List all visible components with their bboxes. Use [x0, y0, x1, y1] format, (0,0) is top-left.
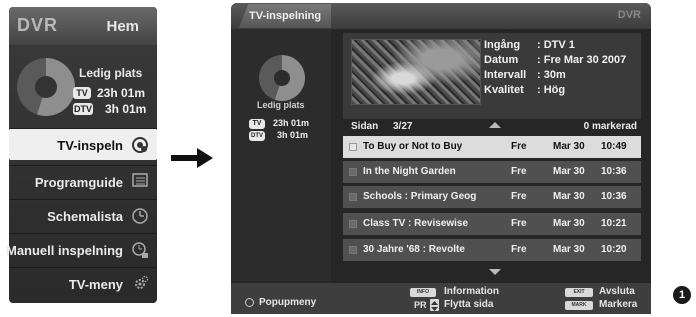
menu-item-tv-menu[interactable]: TV-meny: [9, 267, 157, 299]
recording-row[interactable]: Class TV : Revisewise Fre Mar 30 10:21: [343, 213, 641, 235]
menu-item-label: Manuell inspelning: [5, 243, 123, 258]
dtv-time: 3h 01m: [277, 130, 309, 140]
disk-usage-hole: [274, 70, 290, 86]
pr-updown-icon: [430, 299, 439, 311]
recording-day: Fre: [511, 244, 527, 255]
recording-row[interactable]: To Buy or Not to Buy Fre Mar 30 10:49: [343, 136, 641, 158]
record-icon: [131, 136, 149, 154]
popup-menu-label[interactable]: Popupmeny: [259, 297, 316, 308]
info-source-value: : DTV 1: [537, 39, 575, 51]
menu-item-label: Programguide: [34, 175, 123, 190]
dtv-time: 3h 01m: [105, 102, 147, 116]
info-key: INFO: [410, 288, 436, 297]
pr-key: PR: [414, 300, 427, 310]
pr-key-label[interactable]: Flytta sida: [444, 299, 493, 310]
recording-date: Mar 30: [553, 141, 585, 152]
tv-time: 23h 01m: [97, 86, 146, 100]
recording-row[interactable]: In the Night Garden Fre Mar 30 10:36: [343, 161, 641, 183]
recording-day: Fre: [511, 141, 527, 152]
main-menu: DVR Hem Ledig plats TV 23h 01m DTV 3h 01…: [5, 7, 157, 303]
row-checkbox[interactable]: [349, 193, 357, 201]
row-checkbox[interactable]: [349, 168, 357, 176]
recording-date: Mar 30: [553, 166, 585, 177]
popup-menu-icon: [245, 298, 254, 307]
info-date-key: Datum: [484, 54, 519, 66]
info-interval-value: : 30m: [537, 69, 566, 81]
recording-time: 10:20: [601, 244, 627, 255]
marked-count: 0 markerad: [583, 121, 637, 132]
arrow-right-icon: [171, 148, 213, 168]
recording-time: 10:21: [601, 218, 627, 229]
recording-thumbnail: [351, 39, 481, 105]
page-number: 3/27: [393, 121, 413, 132]
recording-title: Class TV : Revisewise: [363, 218, 469, 229]
key-help-bar: Popupmeny INFO Information PR Flytta sid…: [231, 283, 651, 314]
dvr-logo: DVR: [617, 9, 641, 21]
recording-row[interactable]: 30 Jahre '68 : Revolte Fre Mar 30 10:20: [343, 239, 641, 261]
info-key-label[interactable]: Information: [444, 286, 499, 297]
scroll-down-arrow-icon[interactable]: [489, 269, 501, 275]
recording-title: 30 Jahre '68 : Revolte: [363, 244, 465, 255]
dtv-badge: DTV: [249, 131, 265, 141]
recording-day: Fre: [511, 166, 527, 177]
info-quality-value: : Hög: [537, 84, 566, 96]
menu-item-program-guide[interactable]: Programguide: [9, 165, 157, 197]
recording-date: Mar 30: [553, 191, 585, 202]
tv-time: 23h 01m: [273, 118, 310, 128]
menu-item-tv-recording[interactable]: TV-inspeln: [9, 128, 157, 160]
info-date-value: : Fre Mar 30 2007: [537, 54, 627, 66]
callout-number: 1: [673, 286, 691, 304]
row-checkbox[interactable]: [349, 143, 357, 151]
recording-date: Mar 30: [553, 218, 585, 229]
recording-date: Mar 30: [553, 244, 585, 255]
tv-badge: TV: [249, 119, 265, 129]
menu-title: Hem: [106, 18, 139, 35]
menu-item-label: TV-meny: [68, 277, 123, 292]
menu-item-label: Schemalista: [47, 209, 123, 224]
recording-day: Fre: [511, 218, 527, 229]
info-source-key: Ingång: [484, 39, 521, 51]
free-space-label: Ledig plats: [79, 66, 143, 80]
panel-title: TV-inspelning: [239, 4, 331, 28]
tv-badge: TV: [73, 87, 91, 99]
dtv-badge: DTV: [73, 103, 93, 115]
recording-title: To Buy or Not to Buy: [363, 141, 463, 152]
recording-title: In the Night Garden: [363, 166, 456, 177]
recording-time: 10:36: [601, 166, 627, 177]
info-quality-key: Kvalitet: [484, 84, 524, 96]
recording-day: Fre: [511, 191, 527, 202]
clock-icon: [131, 207, 149, 225]
recording-time: 10:49: [601, 141, 627, 152]
exit-key: EXIT: [565, 288, 593, 297]
menu-item-manual-recording[interactable]: Manuell inspelning: [5, 233, 157, 265]
menu-item-schedule-list[interactable]: Schemalista: [9, 199, 157, 231]
guide-icon: [131, 173, 149, 191]
row-checkbox[interactable]: [349, 246, 357, 254]
recording-row[interactable]: Schools : Primary Geog Fre Mar 30 10:36: [343, 186, 641, 208]
scroll-up-arrow-icon[interactable]: [489, 122, 501, 128]
exit-key-label[interactable]: Avsluta: [599, 286, 635, 297]
list-header: Sidan 3/27 0 markerad: [343, 121, 641, 135]
info-interval-key: Intervall: [484, 69, 527, 81]
mark-key: MARK: [565, 301, 593, 310]
recording-time: 10:36: [601, 191, 627, 202]
disk-usage-hole: [35, 76, 57, 98]
tv-recording-panel: TV-inspelning DVR Ledig plats TV 23h 01m…: [231, 3, 651, 303]
page-label: Sidan: [351, 121, 379, 132]
recording-title: Schools : Primary Geog: [363, 191, 477, 202]
gear-icon: [131, 275, 149, 293]
mark-key-label[interactable]: Markera: [599, 299, 637, 310]
menu-item-label: TV-inspeln: [57, 138, 123, 153]
row-checkbox[interactable]: [349, 220, 357, 228]
free-space-label: Ledig plats: [257, 100, 305, 110]
dvr-logo: DVR: [17, 15, 59, 35]
manual-clock-icon: [131, 241, 149, 259]
